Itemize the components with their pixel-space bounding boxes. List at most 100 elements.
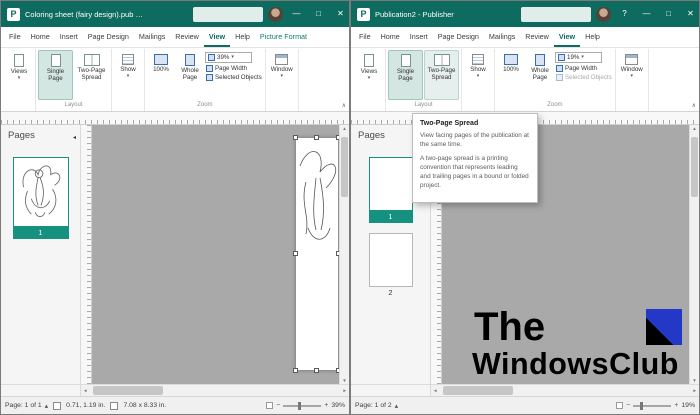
page-width-button[interactable]: Page Width (205, 65, 263, 72)
tab-picture-format[interactable]: Picture Format (255, 27, 312, 47)
zoom-level[interactable]: 39% (331, 402, 345, 409)
views-button[interactable]: Views ▾ (355, 50, 383, 100)
horizontal-scroll-thumb[interactable] (93, 386, 163, 395)
scroll-up-icon[interactable]: ▲ (340, 126, 349, 131)
tab-page-design[interactable]: Page Design (83, 27, 134, 47)
tab-help[interactable]: Help (580, 27, 605, 47)
titlebar-left[interactable]: P Coloring sheet (fairy design).pub - Pu… (1, 1, 349, 27)
close-button[interactable]: ✕ (332, 1, 349, 27)
whole-page-button[interactable]: Whole Page (526, 50, 554, 100)
window-icon (275, 54, 288, 65)
workspace: Pages ◂ (1, 125, 349, 384)
view-shortcut-icon[interactable] (266, 402, 273, 409)
tab-review[interactable]: Review (170, 27, 204, 47)
zoom-combo[interactable]: 19% ▾ (555, 52, 602, 63)
scroll-up-icon[interactable]: ▲ (690, 126, 699, 131)
horizontal-scroll-thumb[interactable] (443, 386, 513, 395)
close-button[interactable]: ✕ (682, 1, 699, 27)
minimize-button[interactable]: — (288, 1, 305, 27)
two-page-spread-button[interactable]: Two-Page Spread (74, 50, 109, 100)
two-page-spread-button[interactable]: Two-Page Spread (424, 50, 459, 100)
tab-help[interactable]: Help (230, 27, 255, 47)
maximize-button[interactable]: □ (660, 1, 677, 27)
zoom-combo[interactable]: 39% ▾ (205, 52, 252, 63)
zoom-slider[interactable] (283, 405, 321, 407)
show-button[interactable]: Show ▾ (114, 50, 142, 100)
scroll-right-icon[interactable]: ► (693, 385, 697, 396)
zoom-slider[interactable] (633, 405, 671, 407)
selected-objects-icon (556, 74, 563, 81)
tab-home[interactable]: Home (26, 27, 55, 47)
page-thumbnail-2[interactable]: 2 (369, 233, 413, 299)
vertical-scroll-thumb[interactable] (341, 137, 348, 197)
canvas[interactable] (92, 125, 339, 384)
selection-handle-nw[interactable] (293, 135, 298, 140)
zoom-level[interactable]: 19% (681, 402, 695, 409)
tab-view[interactable]: View (204, 27, 230, 47)
views-button[interactable]: Views ▾ (5, 50, 33, 100)
tab-home[interactable]: Home (376, 27, 405, 47)
page-width-button[interactable]: Page Width (555, 65, 613, 72)
titlebar-search[interactable] (521, 7, 591, 22)
zoom-out-button[interactable]: − (276, 402, 280, 409)
collapse-ribbon-chevron[interactable]: ∧ (692, 102, 696, 109)
tab-insert[interactable]: Insert (405, 27, 433, 47)
help-button[interactable]: ? (616, 1, 633, 27)
page-indicator[interactable]: Page: 1 of 2 ▴ (355, 402, 398, 410)
windowsclub-logo-icon (646, 309, 682, 345)
tab-file[interactable]: File (354, 27, 376, 47)
titlebar-right[interactable]: P Publication2 - Publisher ? — □ ✕ (351, 1, 699, 27)
minimize-button[interactable]: — (638, 1, 655, 27)
tab-mailings[interactable]: Mailings (134, 27, 170, 47)
show-button[interactable]: Show ▾ (464, 50, 492, 100)
zoom-100-button[interactable]: 100% (147, 50, 175, 100)
collapse-ribbon-chevron[interactable]: ∧ (342, 102, 346, 109)
page-indicator[interactable]: Page: 1 of 1 ▴ (5, 402, 48, 410)
single-page-button[interactable]: Single Page (38, 50, 73, 100)
zoom-100-button[interactable]: 100% (497, 50, 525, 100)
tab-mailings[interactable]: Mailings (484, 27, 520, 47)
window-button[interactable]: Window ▾ (268, 50, 296, 100)
selection-handle-w[interactable] (293, 251, 298, 256)
user-avatar[interactable] (596, 7, 611, 22)
status-bar: Page: 1 of 2 ▴ − + 19% (351, 396, 699, 414)
tab-insert[interactable]: Insert (55, 27, 83, 47)
scroll-down-icon[interactable]: ▼ (690, 378, 699, 383)
view-shortcut-icon[interactable] (616, 402, 623, 409)
zoom-slider-thumb[interactable] (298, 402, 301, 410)
horizontal-scrollbar[interactable]: ◄ ► (81, 385, 349, 396)
window-button[interactable]: Window ▾ (618, 50, 646, 100)
document-page[interactable] (296, 138, 338, 370)
scroll-right-icon[interactable]: ► (343, 385, 347, 396)
zoom-in-button[interactable]: + (674, 402, 678, 409)
whole-page-button[interactable]: Whole Page (176, 50, 204, 100)
tab-review[interactable]: Review (520, 27, 554, 47)
scroll-left-icon[interactable]: ◄ (83, 385, 87, 396)
maximize-button[interactable]: □ (310, 1, 327, 27)
single-page-icon (401, 54, 411, 67)
zoom-slider-thumb[interactable] (640, 402, 643, 410)
zoom-in-button[interactable]: + (324, 402, 328, 409)
zoom-out-button[interactable]: − (626, 402, 630, 409)
tab-page-design[interactable]: Page Design (433, 27, 484, 47)
selection-handle-sw[interactable] (293, 368, 298, 373)
selected-objects-button[interactable]: Selected Objects (205, 74, 263, 81)
horizontal-scrollbar[interactable]: ◄ ► (431, 385, 699, 396)
titlebar-search[interactable] (193, 7, 263, 22)
collapse-pages-panel-icon[interactable]: ◂ (73, 134, 76, 141)
scroll-down-icon[interactable]: ▼ (340, 378, 349, 383)
selection-handle-s[interactable] (314, 368, 319, 373)
scroll-left-icon[interactable]: ◄ (433, 385, 437, 396)
vertical-scroll-thumb[interactable] (691, 137, 698, 197)
vertical-scrollbar[interactable]: ▲ ▼ (339, 125, 349, 384)
page-thumbnail-1[interactable]: 1 (13, 157, 69, 239)
user-avatar[interactable] (268, 7, 283, 22)
vertical-scrollbar[interactable]: ▲ ▼ (689, 125, 699, 384)
selection-handle-n[interactable] (314, 135, 319, 140)
tab-file[interactable]: File (4, 27, 26, 47)
object-size: 7.08 x 8.33 in. (123, 402, 166, 409)
single-page-button[interactable]: Single Page (388, 50, 423, 100)
tab-view[interactable]: View (554, 27, 580, 47)
views-group: Views ▾ (3, 49, 36, 111)
page-thumbnail-1[interactable]: 1 (369, 157, 413, 223)
